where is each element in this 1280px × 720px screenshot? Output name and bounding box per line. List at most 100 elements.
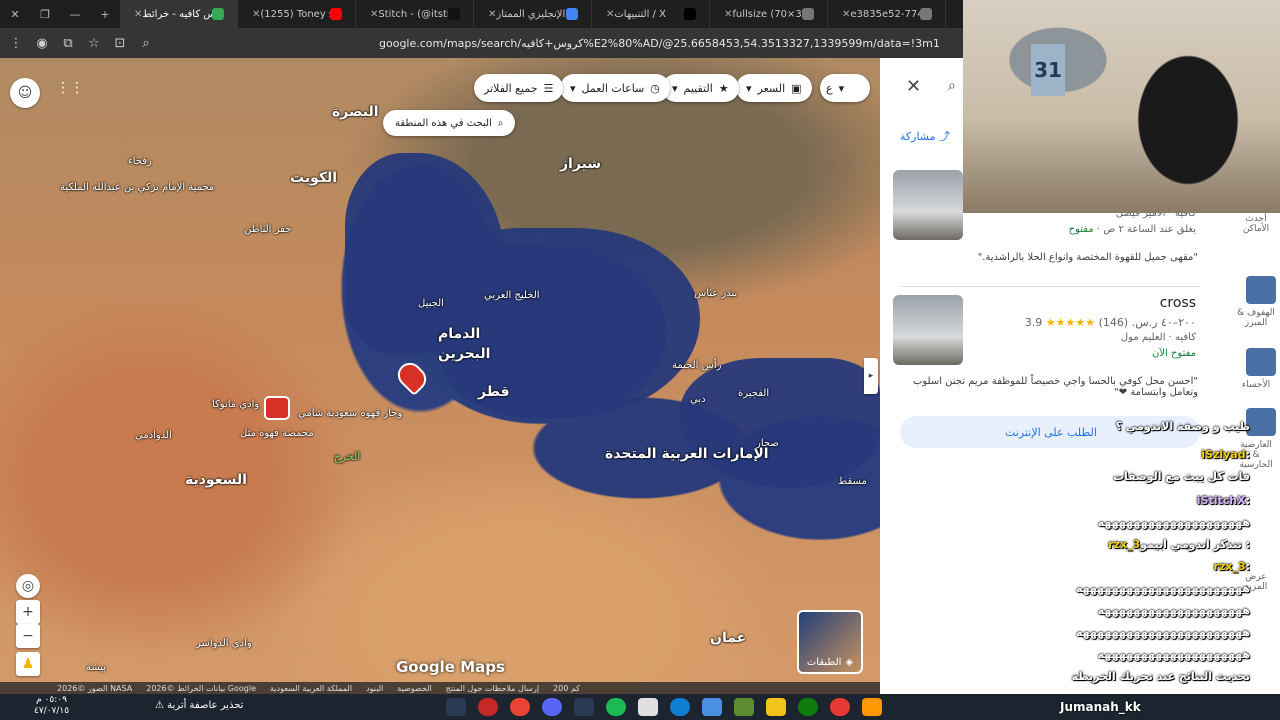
close-tab-icon[interactable]: ✕: [724, 9, 732, 20]
map-place-label[interactable]: الدوادمي: [135, 430, 172, 441]
map-place-label[interactable]: محمية الإمام تركي بن عبدالله الملكية: [60, 182, 214, 193]
steam-icon[interactable]: [574, 698, 594, 716]
map-footer-link[interactable]: المملكة العربية السعودية: [270, 684, 352, 693]
weather-widget[interactable]: ⚠ تحذير عاصفة أتربة: [155, 700, 243, 711]
map-place-label[interactable]: محمصة قهوة مثل: [240, 428, 314, 439]
search-this-area-button[interactable]: البحث في هذه المنطقة ⌕: [383, 110, 516, 136]
recent-place-label[interactable]: الهفوف & المبرز: [1236, 308, 1276, 328]
browser-tab[interactable]: ✕ التنبيهات / X: [592, 0, 710, 28]
screenshot-icon[interactable]: ⊡: [112, 36, 128, 51]
map-place-label[interactable]: الدمام: [438, 326, 480, 342]
restore-window-button[interactable]: ❐: [30, 8, 60, 21]
map-place-label[interactable]: دبي: [690, 394, 706, 405]
map-place-label[interactable]: وجار قهوة سعودية شامي: [298, 408, 402, 419]
map-place-label[interactable]: حفر الباطن: [244, 224, 291, 235]
price-filter[interactable]: ▾ السعر ▣: [736, 74, 812, 102]
recent-place-thumb[interactable]: [1246, 348, 1276, 376]
steam-icon[interactable]: [446, 698, 466, 716]
close-tab-icon[interactable]: ✕: [252, 9, 260, 20]
map-footer-link[interactable]: إرسال ملاحظات حول المنتج: [446, 684, 539, 693]
close-icon[interactable]: ✕: [906, 76, 921, 97]
browser-tab[interactable]: ✕كروس كافيه - خرائط Go: [120, 0, 238, 28]
new-tab-button[interactable]: +: [90, 8, 120, 21]
app-icon[interactable]: [830, 698, 850, 716]
close-tab-icon[interactable]: ✕: [842, 9, 850, 20]
map-footer-link[interactable]: الصور ©2026 NASA: [57, 684, 132, 693]
all-filters-button[interactable]: جميع الفلاتر ☰: [474, 74, 564, 102]
file-explorer-icon[interactable]: [766, 698, 786, 716]
collapse-panel-button[interactable]: ▸: [864, 358, 878, 394]
map-footer-link[interactable]: 200 كم: [553, 684, 580, 693]
edge-icon[interactable]: [670, 698, 690, 716]
layers-button[interactable]: الطبقات ◈: [797, 610, 863, 674]
map-place-label[interactable]: الكويت: [290, 170, 337, 186]
close-tab-icon[interactable]: ✕: [606, 9, 614, 20]
place-pin[interactable]: [395, 360, 429, 394]
spotify-icon[interactable]: [606, 698, 626, 716]
chrome-icon[interactable]: [510, 698, 530, 716]
apps-grid-icon[interactable]: ⋮⋮: [56, 76, 84, 100]
menu-icon[interactable]: ⋮: [8, 36, 24, 51]
place-photo[interactable]: [893, 295, 963, 365]
collapse-filters-button[interactable]: ع ▾: [820, 74, 870, 102]
map-place-label[interactable]: رفحاء: [128, 156, 152, 167]
place-photo[interactable]: [893, 170, 963, 240]
map-footer-link[interactable]: الخصوصية: [397, 684, 431, 693]
map-place-label[interactable]: بندر عباس: [694, 288, 737, 299]
pegman-icon[interactable]: ♟: [16, 652, 40, 676]
account-avatar[interactable]: ☺: [10, 78, 40, 108]
browser-tab[interactable]: ✕الدوري الإنجليزي الممتاز: [474, 0, 592, 28]
map-place-label[interactable]: الخرج: [312, 450, 382, 463]
map-place-label[interactable]: قطر: [478, 384, 510, 400]
map-canvas[interactable]: ☺ ⋮⋮ ع ▾ ▾ السعر ▣ ▾ التقييم ★ ▾ ساعات العمل ◷ …: [0, 58, 880, 694]
map-place-label[interactable]: وادي الدواسر: [196, 638, 252, 649]
bookmark-star-icon[interactable]: ☆: [86, 36, 102, 51]
map-place-label[interactable]: الجبيل: [418, 298, 444, 309]
zoom-out-button[interactable]: −: [16, 624, 40, 648]
zoom-in-button[interactable]: +: [16, 600, 40, 624]
close-tab-icon[interactable]: ✕: [488, 9, 496, 20]
map-place-label[interactable]: السعودية: [185, 472, 247, 488]
search-icon[interactable]: ⌕: [948, 78, 956, 94]
map-place-label[interactable]: عمان: [710, 630, 746, 646]
map-place-label[interactable]: مسقط: [838, 476, 867, 487]
map-place-label[interactable]: البصرة: [332, 104, 379, 120]
map-place-label[interactable]: رأس الخيمة: [672, 360, 721, 371]
my-location-button[interactable]: ◎: [16, 574, 40, 598]
zoom-icon[interactable]: ⌕: [138, 36, 154, 51]
close-tab-icon[interactable]: ✕: [134, 9, 142, 20]
browser-tab[interactable]: ✕e3835e52-7743: [828, 0, 946, 28]
recent-place-thumb[interactable]: [1246, 276, 1276, 304]
recent-place-label[interactable]: الأحساء: [1236, 380, 1276, 390]
discord-icon[interactable]: [542, 698, 562, 716]
system-clock[interactable]: ٠٥:٠٩ م ٤٧/٠٧/١٥: [34, 695, 69, 717]
hours-filter[interactable]: ▾ ساعات العمل ◷: [560, 74, 670, 102]
recent-place-thumb[interactable]: [1246, 408, 1276, 436]
rating-filter[interactable]: ▾ التقييم ★: [662, 74, 739, 102]
map-footer-link[interactable]: بيانات الخرائط ©2026 Google: [146, 684, 256, 693]
map-place-label[interactable]: الإمارات العربية المتحدة: [605, 446, 769, 462]
map-place-label[interactable]: شيراز: [560, 156, 601, 172]
browser-tab[interactable]: ✕fullsize (70×37): [710, 0, 828, 28]
xbox-icon[interactable]: [798, 698, 818, 716]
place-pin[interactable]: [266, 398, 288, 418]
map-place-label[interactable]: الخليج العربي: [484, 290, 540, 301]
browser-tab[interactable]: ✕(1255) Toney strikes: [238, 0, 356, 28]
map-footer-link[interactable]: البنود: [366, 684, 383, 693]
map-place-label[interactable]: وادي مانوكا: [212, 399, 259, 410]
map-place-label[interactable]: الفجيرة: [738, 388, 769, 399]
share-button[interactable]: مشاركة ⤴: [900, 128, 950, 144]
notion-icon[interactable]: [638, 698, 658, 716]
map-place-label[interactable]: بيشة: [86, 662, 106, 673]
url-field[interactable]: google.com/maps/search/كروس+كافيه%E2%80%…: [379, 37, 939, 50]
minecraft-icon[interactable]: [734, 698, 754, 716]
minimize-window-button[interactable]: —: [60, 8, 90, 21]
extensions-icon[interactable]: ⧉: [60, 36, 76, 51]
map-place-label[interactable]: صحار: [756, 438, 779, 449]
app-icon[interactable]: [478, 698, 498, 716]
profile-icon[interactable]: ◉: [34, 36, 50, 51]
close-window-button[interactable]: ✕: [0, 8, 30, 21]
map-place-label[interactable]: البحرين: [438, 346, 490, 362]
app-icon[interactable]: [862, 698, 882, 716]
place-title[interactable]: cross: [1160, 295, 1196, 311]
